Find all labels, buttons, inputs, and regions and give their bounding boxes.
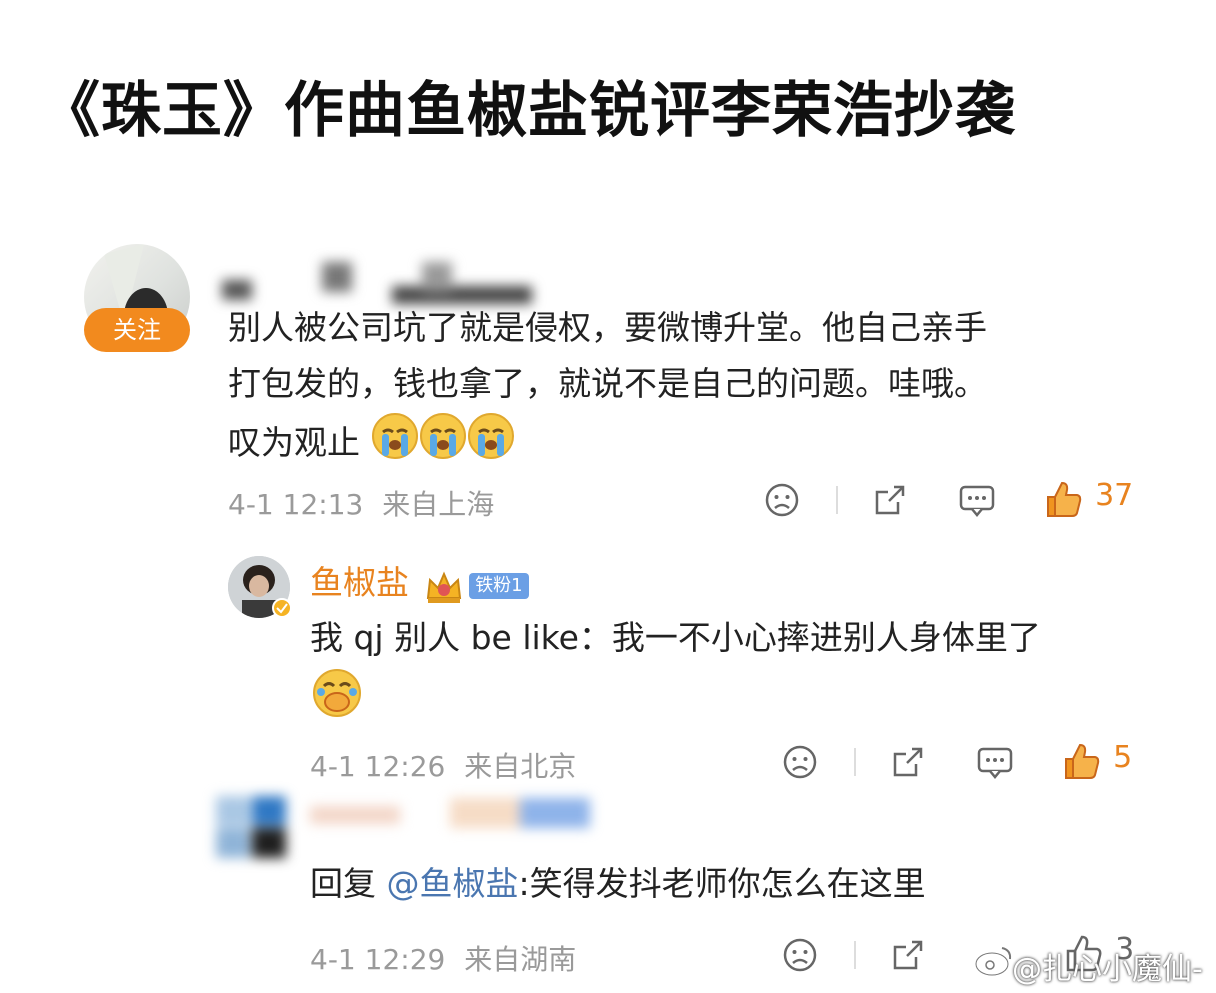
timestamp: 4-1 12:29: [310, 943, 446, 976]
page-title: 《珠玉》作曲鱼椒盐锐评李荣浩抄袭: [40, 76, 1016, 146]
laughing-tears-emoji: [312, 668, 362, 722]
comment-meta: 4-1 12:13 来自上海: [228, 483, 494, 523]
dislike-icon[interactable]: [764, 482, 800, 522]
comment-text-line: 别人被公司坑了就是侵权，要微博升堂。他自己亲手: [228, 308, 987, 347]
crown-icon: [424, 570, 464, 610]
reply-body: :笑得发抖老师你怎么在这里: [518, 864, 926, 903]
comment-text-line: 叹为观止: [228, 412, 515, 477]
timestamp: 4-1 12:13: [228, 488, 364, 521]
location: 来自上海: [382, 488, 495, 521]
avatar-redacted: [216, 796, 288, 860]
share-icon[interactable]: [890, 744, 926, 784]
crying-emoji: [467, 412, 515, 477]
divider: [836, 486, 838, 514]
divider: [854, 941, 856, 969]
username[interactable]: 鱼椒盐: [310, 563, 409, 602]
follow-button[interactable]: 关注: [84, 308, 190, 352]
reply-text: 我 qj 别人 be like：我一不小心摔进别人身体里了: [310, 618, 1041, 657]
location: 来自湖南: [464, 943, 577, 976]
watermark: @扎心小魔仙-: [1012, 952, 1203, 987]
reply-header: 鱼椒盐 铁粉1: [310, 556, 529, 610]
comment-icon[interactable]: [976, 744, 1014, 784]
comment-icon[interactable]: [958, 482, 996, 522]
weibo-logo-icon: [974, 944, 1014, 982]
verified-badge: [272, 598, 292, 622]
mention-link[interactable]: @鱼椒盐: [387, 864, 519, 903]
reply-meta: 4-1 12:29 来自湖南: [310, 938, 576, 978]
like-count: 37: [1095, 478, 1134, 513]
share-icon[interactable]: [872, 482, 908, 522]
comment-text: 叹为观止: [228, 423, 360, 462]
dislike-icon[interactable]: [782, 744, 818, 784]
comment-text-line: 打包发的，钱也拿了，就说不是自己的问题。哇哦。: [228, 364, 987, 403]
dislike-icon[interactable]: [782, 937, 818, 977]
like-count: 5: [1113, 740, 1133, 775]
location: 来自北京: [464, 750, 577, 783]
share-icon[interactable]: [890, 937, 926, 977]
crying-emoji: [371, 412, 419, 477]
reply-prefix: 回复: [310, 864, 387, 903]
crying-emoji: [419, 412, 467, 477]
fan-badge: 铁粉1: [469, 572, 529, 599]
reply-meta: 4-1 12:26 来自北京: [310, 745, 576, 785]
like-button[interactable]: 37: [1044, 478, 1133, 523]
thumbs-up-icon: [1044, 479, 1082, 523]
timestamp: 4-1 12:26: [310, 750, 446, 783]
reply-text: 回复 @鱼椒盐:笑得发抖老师你怎么在这里: [310, 856, 926, 912]
username-redacted: [310, 798, 600, 834]
thumbs-up-icon: [1062, 741, 1100, 785]
like-button[interactable]: 5: [1062, 740, 1132, 785]
divider: [854, 748, 856, 776]
